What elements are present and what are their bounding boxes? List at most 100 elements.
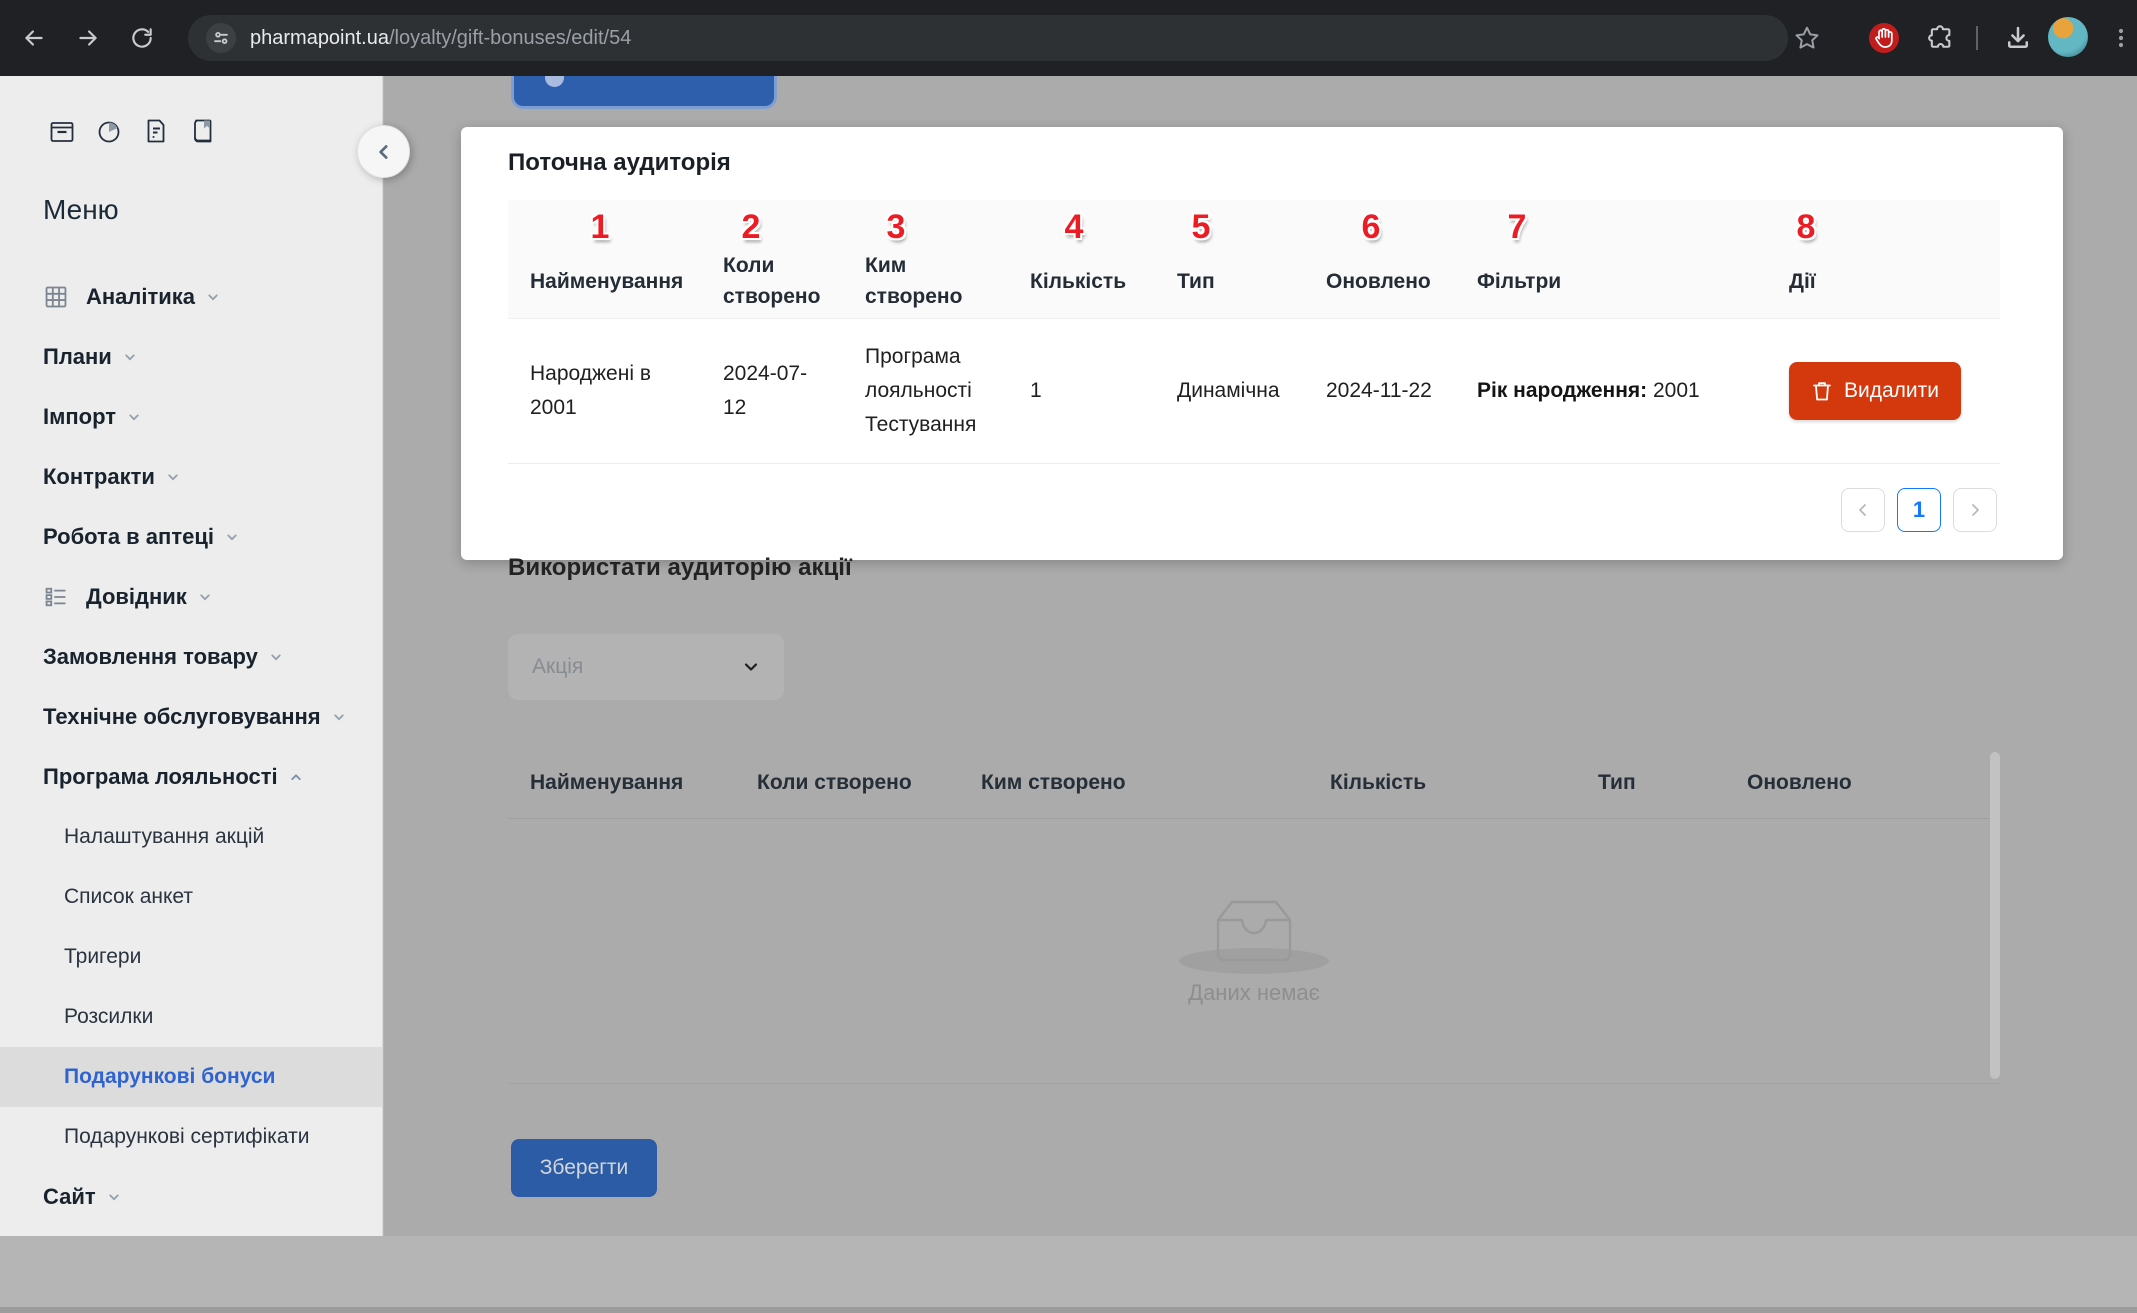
sidebar-item-questionnaires[interactable]: Список анкет [0, 867, 382, 927]
extensions-icon[interactable] [1919, 17, 1961, 59]
window-bottom-edge [0, 1307, 2137, 1313]
column-header-created: Коли створено [701, 200, 843, 318]
annotation-number-3: 3 [887, 208, 906, 247]
promo-table-header: Найменування Коли створено Ким створено … [508, 748, 2000, 819]
chevron-up-icon [289, 770, 303, 784]
chevron-down-icon [332, 710, 346, 724]
download-icon[interactable] [1997, 17, 2039, 59]
sidebar-item-maintenance[interactable]: Технічне обслуговування [0, 687, 382, 747]
menu-dots-icon[interactable] [2100, 17, 2137, 59]
url-text: pharmapoint.ua/loyalty/gift-bonuses/edit… [250, 27, 631, 50]
card-title: Поточна аудиторія [508, 149, 731, 177]
sidebar-item-directory[interactable]: Довідник [0, 567, 382, 627]
sidebar-item-gift-bonuses[interactable]: Подарункові бонуси [0, 1047, 382, 1107]
address-bar[interactable]: pharmapoint.ua/loyalty/gift-bonuses/edit… [188, 15, 1788, 61]
book-icon[interactable] [188, 116, 218, 146]
chevron-down-icon [107, 1190, 121, 1204]
pagination-prev-icon[interactable] [1841, 488, 1885, 532]
promo-select[interactable]: Акція [508, 634, 784, 700]
promo-table-empty-state: Даних немає [508, 819, 2000, 1084]
collapse-sidebar-icon[interactable] [357, 125, 410, 178]
delete-button[interactable]: Видалити [1789, 362, 1961, 420]
cell-type: Динамічна [1155, 319, 1304, 463]
sidebar-item-analytics[interactable]: Аналітика [0, 267, 382, 327]
sidebar-item-plans[interactable]: Плани [0, 327, 382, 387]
select-chevron-icon [742, 658, 760, 676]
promo-table: Найменування Коли створено Ким створено … [508, 748, 2000, 1083]
inbox-empty-icon [1206, 896, 1302, 966]
cell-qty: 1 [1008, 319, 1155, 463]
sidebar-item-contracts[interactable]: Контракти [0, 447, 382, 507]
archive-box-icon[interactable] [47, 116, 77, 146]
sidebar-item-triggers[interactable]: Тригери [0, 927, 382, 987]
cell-updated: 2024-11-22 [1304, 319, 1455, 463]
column-header-author: Ким створено [843, 200, 1008, 318]
chevron-down-icon [127, 410, 141, 424]
promo-select-placeholder: Акція [532, 655, 742, 679]
url-host: pharmapoint.ua [250, 27, 389, 49]
promo-column-name: Найменування [508, 748, 735, 818]
sidebar-item-promo-settings[interactable]: Налаштування акцій [0, 807, 382, 867]
annotation-number-2: 2 [742, 208, 761, 247]
adblock-icon[interactable] [1863, 17, 1905, 59]
cropped-blue-button[interactable] [511, 76, 777, 109]
promo-column-type: Тип [1576, 748, 1725, 818]
sidebar: Меню Аналітика Плани Імпорт Контракти Ро… [0, 76, 383, 1307]
pagination-page-1[interactable]: 1 [1897, 488, 1941, 532]
file-text-icon[interactable] [141, 116, 171, 146]
annotation-number-8: 8 [1797, 208, 1816, 247]
grid-icon [43, 284, 73, 310]
empty-state-text: Даних немає [1188, 980, 1320, 1006]
cell-author: Програма лояльності Тестування [843, 319, 1008, 463]
annotation-number-5: 5 [1192, 208, 1211, 247]
sidebar-item-import[interactable]: Імпорт [0, 387, 382, 447]
main-content: Поточна аудиторія 1 2 3 4 5 6 7 8 Наймен… [384, 76, 2137, 1236]
pagination-next-icon[interactable] [1953, 488, 1997, 532]
site-settings-icon[interactable] [206, 23, 236, 53]
cropped-button-icon [545, 76, 564, 87]
annotation-number-4: 4 [1065, 208, 1084, 247]
sidebar-item-mailings[interactable]: Розсилки [0, 987, 382, 1047]
sidebar-menu-title: Меню [43, 194, 119, 226]
promo-section-title: Використати аудиторію акції [508, 554, 852, 582]
pagination: 1 [1841, 488, 1997, 532]
bookmark-star-icon[interactable] [1786, 17, 1828, 59]
audience-table-header: 1 2 3 4 5 6 7 8 Найменування Коли створе… [508, 200, 2000, 319]
chevron-down-icon [198, 590, 212, 604]
reload-icon[interactable] [119, 15, 165, 61]
annotation-number-1: 1 [591, 208, 610, 247]
table-row: Народжені в 2001 2024-07-12 Програма лоя… [508, 319, 2000, 464]
promo-column-created: Коли створено [735, 748, 959, 818]
cell-created: 2024-07-12 [701, 319, 843, 463]
cell-actions: Видалити [1767, 319, 2000, 463]
page-bottom-band [0, 1236, 2137, 1313]
cell-filters: Рік народження: 2001 [1455, 319, 1767, 463]
save-button[interactable]: Зберегти [511, 1139, 657, 1197]
pie-chart-icon[interactable] [94, 116, 124, 146]
column-header-filters: Фільтри [1455, 200, 1767, 318]
list-icon [43, 584, 73, 610]
chevron-down-icon [123, 350, 137, 364]
back-icon[interactable] [11, 15, 57, 61]
chevron-down-icon [225, 530, 239, 544]
column-header-type: Тип [1155, 200, 1304, 318]
table-scrollbar[interactable] [1990, 752, 2000, 1079]
trash-icon [1811, 379, 1833, 403]
annotation-number-6: 6 [1362, 208, 1381, 247]
sidebar-item-pharmacy-work[interactable]: Робота в аптеці [0, 507, 382, 567]
browser-toolbar: pharmapoint.ua/loyalty/gift-bonuses/edit… [0, 0, 2137, 76]
promo-column-updated: Оновлено [1725, 748, 2000, 818]
url-path: /loyalty/gift-bonuses/edit/54 [389, 27, 631, 49]
annotation-number-7: 7 [1508, 208, 1527, 247]
toolbar-separator [1976, 26, 1978, 50]
audience-table: 1 2 3 4 5 6 7 8 Найменування Коли створе… [508, 200, 2000, 464]
profile-avatar[interactable] [2048, 17, 2088, 57]
forward-icon[interactable] [65, 15, 111, 61]
chevron-down-icon [206, 290, 220, 304]
sidebar-item-gift-certificates[interactable]: Подарункові сертифікати [0, 1107, 382, 1167]
sidebar-item-loyalty-program[interactable]: Програма лояльності [0, 747, 382, 807]
promo-column-author: Ким створено [959, 748, 1308, 818]
chevron-down-icon [166, 470, 180, 484]
sidebar-item-product-orders[interactable]: Замовлення товару [0, 627, 382, 687]
sidebar-item-site[interactable]: Сайт [0, 1167, 382, 1227]
